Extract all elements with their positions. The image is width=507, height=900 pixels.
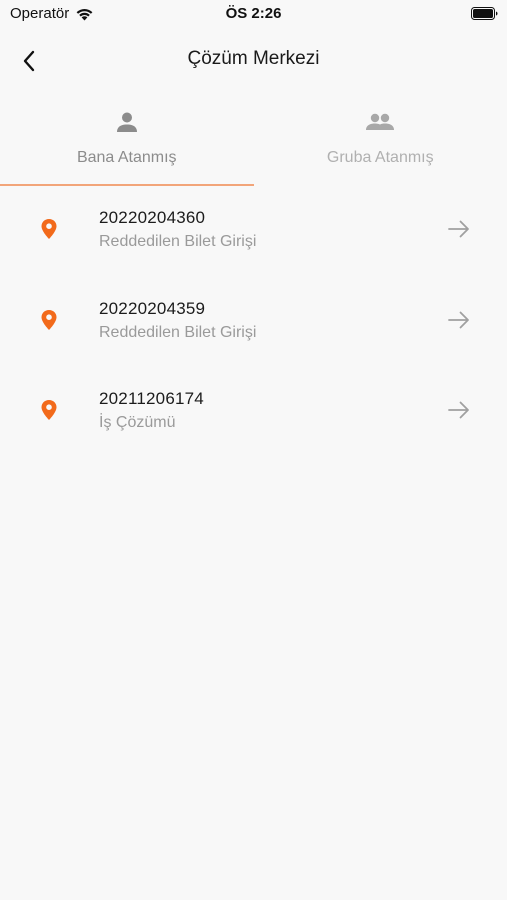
ticket-number: 20211206174 bbox=[99, 389, 204, 408]
status-bar: Operatör ÖS 2:26 bbox=[0, 0, 507, 30]
location-pin-icon bbox=[41, 309, 57, 330]
tab-label: Gruba Atanmış bbox=[326, 149, 434, 166]
ticket-type: Reddedilen Bilet Girişi bbox=[99, 323, 257, 341]
ticket-type: İş Çözümü bbox=[99, 414, 176, 431]
nav-bar: Çözüm Merkezi bbox=[0, 38, 507, 82]
location-pin-icon bbox=[41, 219, 57, 239]
tab-icon-wrap bbox=[365, 108, 395, 136]
tab-bar: Bana Atanmış Gruba Atanmış bbox=[0, 100, 507, 186]
list-item[interactable]: 20220204360 Reddedilen Bilet Girişi bbox=[0, 186, 507, 277]
arrow-right-icon[interactable] bbox=[448, 311, 470, 329]
ticket-number: 20220204359 bbox=[99, 298, 206, 318]
tab-label: Bana Atanmış bbox=[76, 149, 177, 166]
battery-icon bbox=[471, 7, 498, 20]
tab-assigned-to-group[interactable]: Gruba Atanmış bbox=[254, 100, 507, 186]
group-icon bbox=[366, 113, 395, 130]
location-pin-icon bbox=[41, 400, 57, 420]
ticket-type: Reddedilen Bilet Girişi bbox=[99, 233, 257, 250]
ticket-list: 20220204360 Reddedilen Bilet Girişi 2022… bbox=[0, 186, 507, 458]
arrow-right-icon[interactable] bbox=[448, 220, 470, 238]
status-time: ÖS 2:26 bbox=[225, 5, 282, 22]
list-item[interactable]: 20211206174 İş Çözümü bbox=[0, 367, 507, 458]
person-icon bbox=[116, 112, 137, 132]
page-title: Çözüm Merkezi bbox=[187, 48, 320, 69]
tab-icon-wrap bbox=[116, 108, 138, 136]
list-item[interactable]: 20220204359 Reddedilen Bilet Girişi bbox=[0, 277, 507, 368]
tab-assigned-to-me[interactable]: Bana Atanmış bbox=[0, 100, 254, 186]
arrow-right-icon[interactable] bbox=[448, 401, 470, 419]
screen: Operatör ÖS 2:26 Çözüm Merkezi Bana Atan… bbox=[0, 0, 507, 900]
ticket-number: 20220204360 bbox=[99, 208, 206, 227]
